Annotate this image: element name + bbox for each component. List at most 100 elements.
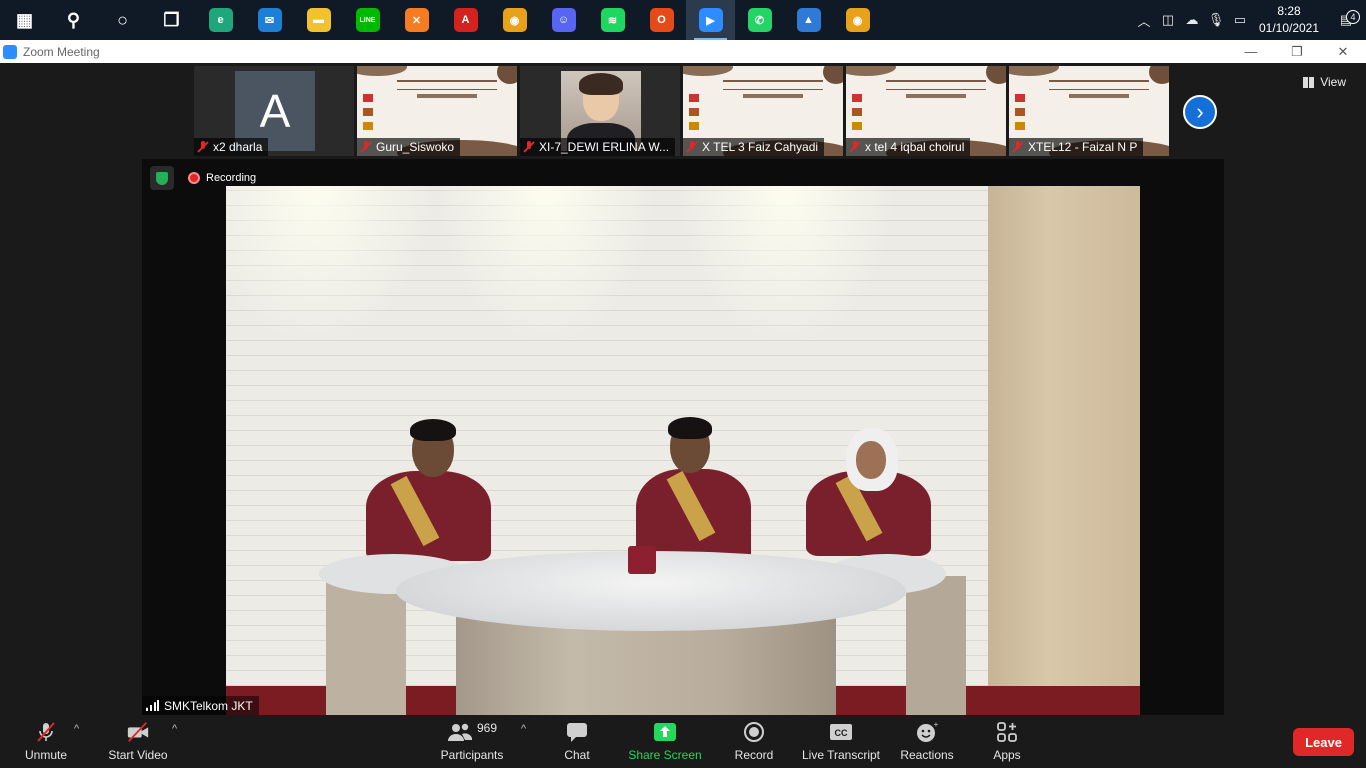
participant-name: XTEL12 - Faizal N P [1028, 140, 1138, 154]
participant-name-label: XI-7_DEWI ERLINA W... [520, 138, 676, 156]
onedrive-icon[interactable]: ☁ [1180, 12, 1204, 28]
cortana-glyph: ○ [117, 9, 128, 30]
zoom-logo-icon [3, 44, 17, 59]
notification-center-icon[interactable]: ▤4 [1326, 10, 1366, 28]
video-scene [226, 186, 1140, 715]
recording-indicator[interactable]: Recording [188, 172, 256, 184]
start-glyph: ▦ [15, 9, 33, 30]
closed-captions-icon: CC [829, 721, 853, 743]
chevron-up-icon[interactable]: ︿ [1132, 11, 1156, 30]
security-shield-icon[interactable] [150, 166, 174, 190]
chat-button[interactable]: Chat [560, 715, 594, 768]
microphone-muted-icon [850, 141, 860, 153]
share-screen-label: Share Screen [628, 748, 702, 762]
video-options-caret[interactable]: ^ [172, 723, 177, 735]
participant-name: x2 dharla [213, 140, 263, 154]
clock-date: 01/10/2021 [1258, 21, 1320, 35]
next-page-button[interactable]: › [1183, 95, 1217, 129]
record-button[interactable]: Record [734, 715, 774, 768]
live-transcript-button[interactable]: CC Live Transcript [802, 715, 880, 768]
active-speaker-video[interactable]: Recording SMKTelkom JKT [142, 159, 1224, 715]
speaker-name: SMKTelkom JKT [164, 698, 253, 713]
reactions-button[interactable]: + Reactions [900, 715, 954, 768]
microphone-icon[interactable]: 🎙︎ [1204, 12, 1228, 28]
grid-view-icon [1303, 76, 1315, 88]
clock-time: 8:28 [1277, 4, 1301, 18]
microphone-muted-icon [687, 141, 697, 153]
reactions-icon: + [915, 721, 939, 743]
microphone-muted-icon [34, 721, 58, 743]
acrobat-icon[interactable]: A [441, 0, 490, 40]
whatsapp-icon[interactable]: ✆ [735, 0, 784, 40]
zoom-glyph: ▶ [698, 8, 723, 32]
task-view-glyph: ❐ [163, 9, 180, 30]
apps-label: Apps [993, 748, 1021, 762]
participant-thumbnail[interactable]: Ax2 dharla [194, 66, 354, 156]
speaker-name-label: SMKTelkom JKT [142, 696, 259, 715]
recording-dot-icon [188, 172, 200, 184]
minimize-button[interactable]: — [1228, 40, 1274, 63]
view-button[interactable]: View [1303, 75, 1346, 89]
zoom-icon[interactable]: ▶ [686, 0, 735, 40]
mail-icon[interactable]: ✉ [245, 0, 294, 40]
spotify-icon[interactable]: ≋ [588, 0, 637, 40]
discord-icon[interactable]: ☺ [539, 0, 588, 40]
start-video-button[interactable]: Start Video [106, 715, 170, 768]
clock[interactable]: 8:28 01/10/2021 [1252, 3, 1326, 37]
participants-icon: 969 [442, 721, 502, 743]
chrome-profile-glyph: ◉ [845, 8, 870, 32]
task-view-icon[interactable]: ❐ [147, 0, 196, 40]
participant-name: x tel 4 iqbal choirul [865, 140, 965, 154]
unmute-button[interactable]: Unmute [20, 715, 72, 768]
participant-name: Guru_Siswoko [376, 140, 455, 154]
chrome-glyph: ◉ [502, 8, 527, 32]
xampp-glyph: ✕ [404, 8, 429, 32]
mail-glyph: ✉ [257, 8, 282, 32]
participants-button[interactable]: 969 Participants [440, 715, 504, 768]
file-explorer-icon[interactable]: ▬ [294, 0, 343, 40]
participant-name-label: XTEL12 - Faizal N P [1009, 138, 1144, 156]
photos-icon[interactable]: ▲ [784, 0, 833, 40]
audio-options-caret[interactable]: ^ [74, 723, 79, 735]
office-icon[interactable]: O [637, 0, 686, 40]
participant-thumbnail[interactable]: x tel 4 iqbal choirul [846, 66, 1006, 156]
chrome-icon[interactable]: ◉ [490, 0, 539, 40]
xampp-icon[interactable]: ✕ [392, 0, 441, 40]
file-explorer-glyph: ▬ [306, 8, 331, 32]
meeting-controls: Unmute ^ Start Video ^ 969 Participants … [0, 715, 1366, 768]
restore-button[interactable]: ❐ [1274, 40, 1320, 63]
view-label: View [1320, 75, 1346, 89]
share-screen-button[interactable]: Share Screen [628, 715, 702, 768]
apps-button[interactable]: Apps [990, 715, 1024, 768]
edge-glyph: e [208, 8, 233, 32]
battery-icon[interactable]: ▭ [1228, 12, 1252, 28]
participant-thumbnail[interactable]: XI-7_DEWI ERLINA W... [520, 66, 680, 156]
start-icon[interactable]: ▦ [0, 0, 49, 40]
participant-thumbnail[interactable]: XTEL12 - Faizal N P [1009, 66, 1169, 156]
record-icon [742, 721, 766, 743]
window-titlebar: Zoom Meeting — ❐ ✕ [0, 40, 1366, 63]
notification-count: 4 [1346, 10, 1360, 24]
record-label: Record [734, 748, 774, 762]
participants-options-caret[interactable]: ^ [521, 723, 526, 735]
office-glyph: O [649, 8, 674, 32]
edge-icon[interactable]: e [196, 0, 245, 40]
participants-count: 969 [476, 721, 498, 735]
participant-thumbnail[interactable]: X TEL 3 Faiz Cahyadi [683, 66, 843, 156]
meet-now-icon[interactable]: ◫ [1156, 12, 1180, 28]
chrome-profile-icon[interactable]: ◉ [833, 0, 882, 40]
participant-thumbnails: Ax2 dharla Guru_Siswoko XI-7_DEWI ERLINA W… [194, 66, 1169, 156]
discord-glyph: ☺ [551, 8, 576, 32]
svg-text:CC: CC [835, 728, 848, 738]
close-button[interactable]: ✕ [1320, 40, 1366, 63]
participant-thumbnail[interactable]: Guru_Siswoko [357, 66, 517, 156]
search-icon[interactable]: ⚲ [49, 0, 98, 40]
participant-name-label: X TEL 3 Faiz Cahyadi [683, 138, 825, 156]
taskbar-apps: ▦ ⚲ ○ ❐ e ✉ ▬ LINE ✕ A ◉ ☺ ≋ O ▶ ✆ ▲ ◉ [0, 0, 882, 40]
leave-button[interactable]: Leave [1293, 728, 1354, 756]
participant-name-label: Guru_Siswoko [357, 138, 461, 156]
spotify-glyph: ≋ [600, 8, 625, 32]
cortana-icon[interactable]: ○ [98, 0, 147, 40]
line-icon[interactable]: LINE [343, 0, 392, 40]
participant-name-label: x2 dharla [194, 138, 269, 156]
